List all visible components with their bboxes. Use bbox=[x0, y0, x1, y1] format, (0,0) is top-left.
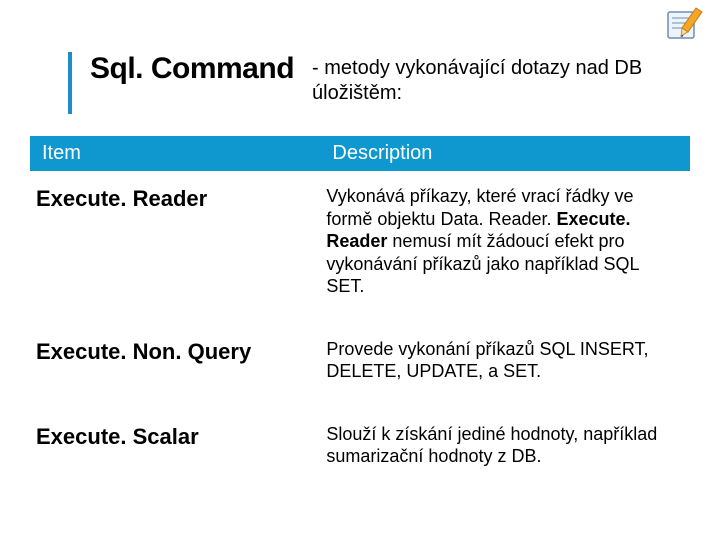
title-subtitle: - metody vykonávající dotazy nad DB úlož… bbox=[312, 52, 680, 106]
method-name: Execute. Non. Query bbox=[30, 324, 320, 409]
slide-title: Sql. Command - metody vykonávající dotaz… bbox=[68, 52, 680, 114]
table-header-item: Item bbox=[30, 136, 320, 171]
table-row: Execute. Non. Query Provede vykonání pří… bbox=[30, 324, 690, 409]
table-row: Execute. Reader Vykonává příkazy, které … bbox=[30, 171, 690, 324]
table-row: Execute. Scalar Slouží k získání jediné … bbox=[30, 409, 690, 494]
notepad-pencil-icon bbox=[666, 6, 708, 42]
method-desc: Provede vykonání příkazů SQL INSERT, DEL… bbox=[320, 324, 690, 409]
title-main: Sql. Command bbox=[90, 52, 294, 86]
method-name: Execute. Reader bbox=[30, 171, 320, 324]
table-header-desc: Description bbox=[320, 136, 690, 171]
method-desc: Slouží k získání jediné hodnoty, napříkl… bbox=[320, 409, 690, 494]
method-name: Execute. Scalar bbox=[30, 409, 320, 494]
methods-table: Item Description Execute. Reader Vykonáv… bbox=[30, 136, 690, 494]
method-desc: Vykonává příkazy, které vrací řádky ve f… bbox=[320, 171, 690, 324]
